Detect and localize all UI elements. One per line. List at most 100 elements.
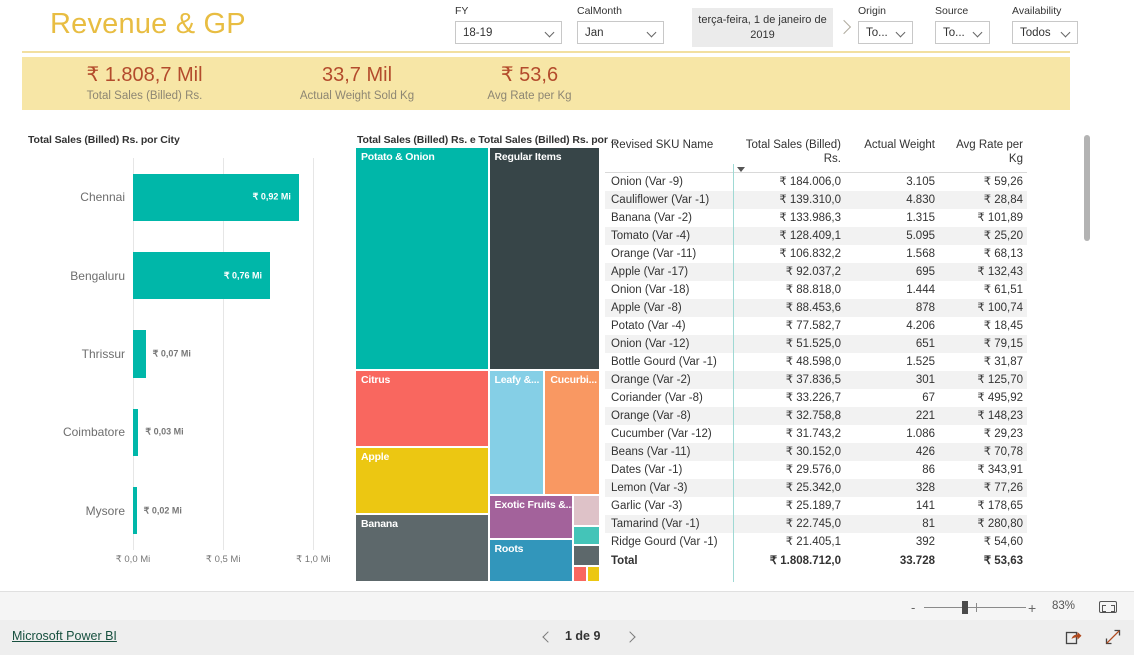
table-row[interactable]: Orange (Var -2) ₹ 37.836,5 301 ₹ 125,70 xyxy=(605,371,1027,389)
treemap-visual[interactable]: Potato & Onion Regular Items Citrus Apple Ba… xyxy=(355,130,600,582)
table-row[interactable]: Orange (Var -8) ₹ 32.758,8 221 ₹ 148,23 xyxy=(605,407,1027,425)
kpi-avg-rate[interactable]: ₹ 53,6 Avg Rate per Kg xyxy=(447,63,612,104)
treemap-tile[interactable] xyxy=(573,494,600,527)
treemap-tile[interactable]: Cucurbi... xyxy=(544,369,600,495)
slicer-source-dropdown[interactable]: To... xyxy=(935,21,990,44)
chevron-left-icon[interactable] xyxy=(540,630,554,644)
table-column-separator xyxy=(733,164,734,582)
kpi-total-sales-label: Total Sales (Billed) Rs. xyxy=(86,90,203,102)
table-row[interactable]: Banana (Var -2) ₹ 133.986,3 1.315 ₹ 101,89 xyxy=(605,209,1027,227)
share-icon[interactable] xyxy=(1065,628,1083,646)
cell-avg-rate: ₹ 18,45 xyxy=(983,320,1023,332)
treemap-tile[interactable] xyxy=(573,526,600,546)
date-slicer[interactable]: terça-feira, 1 de janeiro de 2019 xyxy=(692,8,833,47)
treemap-tile[interactable]: Exotic Fruits &... xyxy=(488,494,574,540)
bar-segment[interactable]: Bengaluru ₹ 0,76 Mi xyxy=(70,252,271,300)
column-header-avg-rate[interactable]: Avg Rate per Kg xyxy=(939,130,1027,173)
cell-sku-name: Cucumber (Var -12) xyxy=(611,428,712,440)
bar-row[interactable]: Bengaluru ₹ 0,76 Mi xyxy=(70,252,335,300)
cell-total-sales: ₹ 184.006,0 xyxy=(779,176,841,188)
column-header-sku-name[interactable]: Revised SKU Name xyxy=(605,130,733,173)
bar-segment[interactable]: Chennai ₹ 0,92 Mi xyxy=(80,173,299,221)
slicer-availability-dropdown[interactable]: Todos xyxy=(1012,21,1078,44)
microsoft-power-bi-link[interactable]: Microsoft Power BI xyxy=(12,629,117,643)
slicer-fy[interactable]: FY 18-19 xyxy=(455,5,562,44)
bar-chart-visual[interactable]: ₹ 0,0 Mi ₹ 0,5 Mi ₹ 1,0 Mi Chennai ₹ 0,92 Mi… xyxy=(22,130,348,582)
treemap-tile[interactable]: Banana xyxy=(355,513,489,582)
cell-sku-name: Onion (Var -12) xyxy=(611,338,690,350)
treemap-tile[interactable]: Apple xyxy=(355,446,489,514)
treemap-tile-label: Exotic Fruits &... xyxy=(494,498,574,511)
x-axis-tick-label: ₹ 0,0 Mi xyxy=(115,554,151,565)
table-row[interactable]: Onion (Var -18) ₹ 88.818,0 1.444 ₹ 61,51 xyxy=(605,281,1027,299)
bar-row[interactable]: Coimbatore ₹ 0,03 Mi xyxy=(63,408,335,456)
treemap-tile[interactable]: Leafy &... xyxy=(488,369,545,495)
zoom-out-button[interactable]: - xyxy=(911,601,915,614)
table-row[interactable]: Onion (Var -12) ₹ 51.525,0 651 ₹ 79,15 xyxy=(605,335,1027,353)
slicer-origin[interactable]: Origin To... xyxy=(858,5,913,44)
fullscreen-icon[interactable] xyxy=(1104,628,1122,646)
treemap-tile[interactable]: Citrus xyxy=(355,369,489,447)
zoom-slider-thumb[interactable] xyxy=(962,601,968,614)
table-row[interactable]: Beans (Var -11) ₹ 30.152,0 426 ₹ 70,78 xyxy=(605,443,1027,461)
treemap-tile-label: Roots xyxy=(494,543,524,556)
total-actual-weight: 33.728 xyxy=(899,555,935,567)
slicer-availability[interactable]: Availability Todos xyxy=(1012,5,1078,44)
cell-sku-name: Banana (Var -2) xyxy=(611,212,692,224)
table-row[interactable]: Potato (Var -4) ₹ 77.582,7 4.206 ₹ 18,45 xyxy=(605,317,1027,335)
bar-row[interactable]: Thrissur ₹ 0,07 Mi xyxy=(82,330,335,378)
bar-row[interactable]: Mysore ₹ 0,02 Mi xyxy=(86,487,335,535)
chevron-right-icon[interactable] xyxy=(625,630,639,644)
slicer-fy-dropdown[interactable]: 18-19 xyxy=(455,21,562,44)
treemap-tile[interactable]: Potato & Onion xyxy=(355,147,489,370)
slicer-origin-dropdown[interactable]: To... xyxy=(858,21,913,44)
treemap-tile[interactable] xyxy=(573,565,588,582)
cell-total-sales: ₹ 31.743,2 xyxy=(785,428,841,440)
cell-avg-rate: ₹ 61,51 xyxy=(983,284,1023,296)
bar-segment[interactable]: Mysore ₹ 0,02 Mi xyxy=(86,487,182,535)
zoom-slider-track[interactable] xyxy=(924,607,1026,608)
x-axis-tick-label: ₹ 1,0 Mi xyxy=(296,554,331,565)
table-row[interactable]: Tomato (Var -4) ₹ 128.409,1 5.095 ₹ 25,20 xyxy=(605,227,1027,245)
table-row[interactable]: Orange (Var -11) ₹ 106.832,2 1.568 ₹ 68,13 xyxy=(605,245,1027,263)
table-row[interactable]: Dates (Var -1) ₹ 29.576,0 86 ₹ 343,91 xyxy=(605,461,1027,479)
treemap-tile[interactable]: Regular Items xyxy=(488,147,600,370)
column-header-total-sales[interactable]: Total Sales (Billed) Rs. xyxy=(733,130,845,173)
cell-sku-name: Onion (Var -9) xyxy=(611,176,684,188)
table-row[interactable]: Onion (Var -9) ₹ 184.006,0 3.105 ₹ 59,26 xyxy=(605,173,1027,192)
table-scrollbar[interactable] xyxy=(1084,135,1090,241)
table-row[interactable]: Bottle Gourd (Var -1) ₹ 48.598,0 1.525 ₹ 31… xyxy=(605,353,1027,371)
chevron-right-icon[interactable] xyxy=(836,18,854,38)
treemap-tile[interactable] xyxy=(573,545,600,566)
table-row[interactable]: Apple (Var -17) ₹ 92.037,2 695 ₹ 132,43 xyxy=(605,263,1027,281)
sort-descending-icon[interactable] xyxy=(737,167,745,172)
sku-table-visual[interactable]: Revised SKU Name Total Sales (Billed) Rs… xyxy=(605,130,1085,582)
treemap-tile[interactable]: Roots xyxy=(488,539,574,582)
kpi-actual-weight[interactable]: 33,7 Mil Actual Weight Sold Kg xyxy=(267,63,447,104)
slicer-calmonth-dropdown[interactable]: Jan xyxy=(577,21,664,44)
slicer-calmonth[interactable]: CalMonth Jan xyxy=(577,5,664,44)
table-row[interactable]: Coriander (Var -8) ₹ 33.226,7 67 ₹ 495,92 xyxy=(605,389,1027,407)
treemap-tile[interactable] xyxy=(587,565,600,582)
kpi-total-sales[interactable]: ₹ 1.808,7 Mil Total Sales (Billed) Rs. xyxy=(22,63,267,104)
zoom-percent-label: 83% xyxy=(1052,600,1076,612)
zoom-in-button[interactable]: + xyxy=(1028,600,1036,616)
table-row[interactable]: Cauliflower (Var -1) ₹ 139.310,0 4.830 ₹ 28… xyxy=(605,191,1027,209)
table-row[interactable]: Garlic (Var -3) ₹ 25.189,7 141 ₹ 178,65 xyxy=(605,497,1027,515)
table-row[interactable]: Ridge Gourd (Var -1) ₹ 21.405,1 392 ₹ 54,60 xyxy=(605,533,1027,551)
bar-row[interactable]: Chennai ₹ 0,92 Mi xyxy=(80,173,335,221)
bar-segment[interactable]: Thrissur ₹ 0,07 Mi xyxy=(82,330,191,378)
table-row[interactable]: Tamarind (Var -1) ₹ 22.745,0 81 ₹ 280,80 xyxy=(605,515,1027,533)
report-footer: Microsoft Power BI 1 de 9 xyxy=(0,620,1134,655)
bar-segment[interactable]: Coimbatore ₹ 0,03 Mi xyxy=(63,408,184,456)
cell-avg-rate: ₹ 79,15 xyxy=(983,338,1023,350)
column-header-actual-weight[interactable]: Actual Weight xyxy=(845,130,939,173)
cell-avg-rate: ₹ 68,13 xyxy=(983,248,1023,260)
kpi-banner: ₹ 1.808,7 Mil Total Sales (Billed) Rs. 3… xyxy=(22,57,1070,110)
table-row[interactable]: Lemon (Var -3) ₹ 25.342,0 328 ₹ 77,26 xyxy=(605,479,1027,497)
table-row[interactable]: Cucumber (Var -12) ₹ 31.743,2 1.086 ₹ 29,23 xyxy=(605,425,1027,443)
table-row[interactable]: Apple (Var -8) ₹ 88.453,6 878 ₹ 100,74 xyxy=(605,299,1027,317)
slicer-source[interactable]: Source To... xyxy=(935,5,990,44)
cell-sku-name: Ridge Gourd (Var -1) xyxy=(611,536,718,548)
fit-to-page-icon[interactable] xyxy=(1099,601,1117,613)
